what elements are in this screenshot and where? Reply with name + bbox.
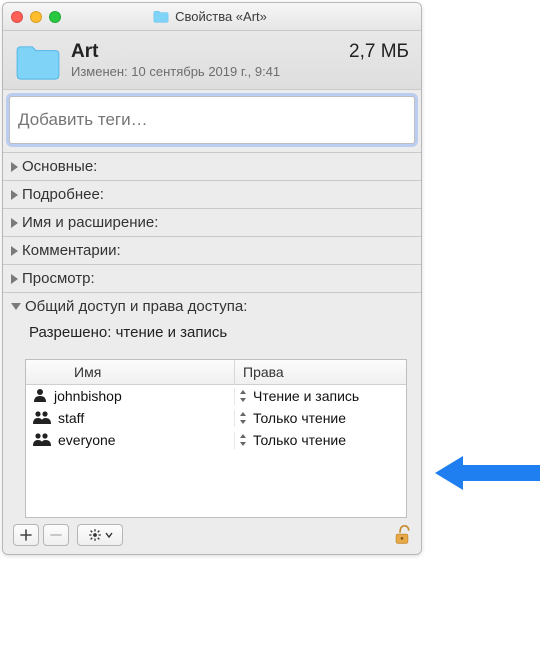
section-sharing: Общий доступ и права доступа: Разрешено:… xyxy=(3,293,421,554)
window-title-text: Свойства «Art» xyxy=(175,9,267,24)
perm-value: Чтение и запись xyxy=(253,388,359,404)
table-row[interactable]: staff Только чтение xyxy=(26,407,406,429)
titlebar: Свойства «Art» xyxy=(3,3,421,31)
disclosure-right-icon xyxy=(11,190,18,200)
permissions-header-row: Имя Права xyxy=(26,360,406,385)
disclosure-right-icon xyxy=(11,274,18,284)
section-general[interactable]: Основные: xyxy=(3,153,421,181)
stepper-icon[interactable] xyxy=(239,412,247,424)
minimize-icon[interactable] xyxy=(30,11,42,23)
minus-icon xyxy=(50,529,62,541)
perm-value: Только чтение xyxy=(253,432,346,448)
perm-value: Только чтение xyxy=(253,410,346,426)
perm-name: everyone xyxy=(58,432,116,448)
close-icon[interactable] xyxy=(11,11,23,23)
section-nameext-label: Имя и расширение: xyxy=(22,214,158,231)
table-row[interactable]: johnbishop Чтение и запись xyxy=(26,385,406,407)
info-window: Свойства «Art» Art 2,7 МБ Изменен: 10 се… xyxy=(2,2,422,555)
table-row[interactable]: everyone Только чтение xyxy=(26,429,406,451)
header-text: Art 2,7 МБ Изменен: 10 сентябрь 2019 г.,… xyxy=(71,41,409,79)
add-button[interactable] xyxy=(13,524,39,546)
action-menu-button[interactable] xyxy=(77,524,123,546)
lock-open-icon[interactable] xyxy=(393,525,411,545)
window-controls xyxy=(11,11,61,23)
group-icon xyxy=(32,432,52,449)
stepper-icon[interactable] xyxy=(239,434,247,446)
item-name: Art xyxy=(71,41,98,63)
col-priv-header: Права xyxy=(235,360,406,384)
section-preview[interactable]: Просмотр: xyxy=(3,265,421,293)
group-icon xyxy=(32,410,52,427)
perm-name: staff xyxy=(58,410,84,426)
permissions-footer xyxy=(3,518,421,554)
disclosure-right-icon xyxy=(11,246,18,256)
section-more-label: Подробнее: xyxy=(22,186,104,203)
item-modified: Изменен: 10 сентябрь 2019 г., 9:41 xyxy=(71,64,409,79)
section-more[interactable]: Подробнее: xyxy=(3,181,421,209)
permissions-table: Имя Права johnbishop Чтение и запись staff… xyxy=(25,359,407,518)
col-name-header: Имя xyxy=(26,360,235,384)
section-sharing-header[interactable]: Общий доступ и права доступа: xyxy=(3,293,421,320)
disclosure-right-icon xyxy=(11,218,18,228)
stepper-icon[interactable] xyxy=(239,390,247,402)
user-icon xyxy=(32,388,48,405)
tags-section xyxy=(3,90,421,153)
disclosure-right-icon xyxy=(11,162,18,172)
chevron-down-icon xyxy=(105,532,113,538)
item-size: 2,7 МБ xyxy=(341,41,409,63)
window-title: Свойства «Art» xyxy=(69,9,351,24)
gear-icon xyxy=(88,528,102,542)
folder-large-icon xyxy=(15,43,61,81)
permissions-summary: Разрешено: чтение и запись xyxy=(3,320,421,351)
section-comments-label: Комментарии: xyxy=(22,242,121,259)
disclosure-down-icon xyxy=(11,303,21,310)
perm-name: johnbishop xyxy=(54,388,122,404)
section-general-label: Основные: xyxy=(22,158,97,175)
callout-arrow-icon xyxy=(435,448,545,498)
folder-icon xyxy=(153,10,169,23)
section-preview-label: Просмотр: xyxy=(22,270,95,287)
section-name-ext[interactable]: Имя и расширение: xyxy=(3,209,421,237)
section-comments[interactable]: Комментарии: xyxy=(3,237,421,265)
plus-icon xyxy=(20,529,32,541)
remove-button[interactable] xyxy=(43,524,69,546)
tags-input[interactable] xyxy=(9,96,415,144)
section-sharing-label: Общий доступ и права доступа: xyxy=(25,298,247,315)
zoom-icon[interactable] xyxy=(49,11,61,23)
header: Art 2,7 МБ Изменен: 10 сентябрь 2019 г.,… xyxy=(3,31,421,90)
